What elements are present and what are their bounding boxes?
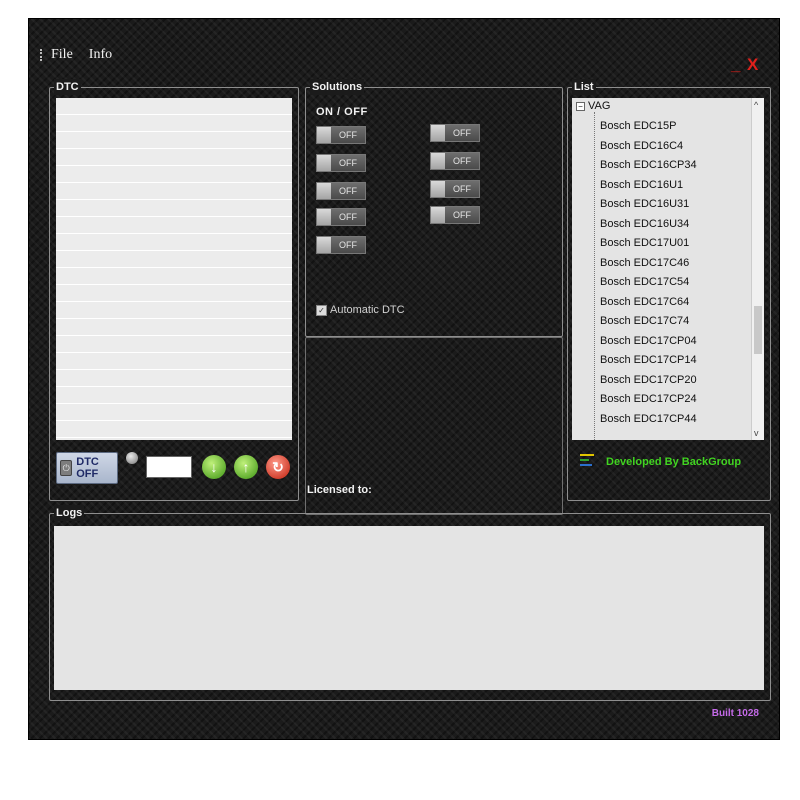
build-label: Built 1028 xyxy=(711,708,759,719)
tree-item[interactable]: Bosch EDC15P xyxy=(600,120,697,140)
list-bars-icon xyxy=(580,454,594,470)
solutions-group-title: Solutions xyxy=(310,79,365,95)
dtc-group-title: DTC xyxy=(54,79,81,95)
dtc-group: DTC ⏻ DTC OFF ↓ ↑ ↻ xyxy=(49,79,299,501)
tree-item[interactable]: Bosch EDC17CP04 xyxy=(600,335,697,355)
tree-item[interactable]: Bosch EDC17U01 xyxy=(600,237,697,257)
menu-bar: File Info xyxy=(51,47,112,67)
on-off-header: ON / OFF xyxy=(316,106,368,118)
scroll-thumb[interactable] xyxy=(754,306,762,354)
solution-toggle-9[interactable]: OFF xyxy=(430,206,480,224)
upload-button[interactable]: ↑ xyxy=(234,455,258,479)
toggle-text: OFF xyxy=(339,130,357,140)
download-button[interactable]: ↓ xyxy=(202,455,226,479)
tree-item[interactable]: Bosch EDC17CP20 xyxy=(600,374,697,394)
solutions-group: Solutions ON / OFF OFF OFF OFF OFF OFF O… xyxy=(305,79,563,337)
solution-toggle-2[interactable]: OFF xyxy=(316,154,366,172)
toggle-text: OFF xyxy=(339,212,357,222)
logs-group: Logs xyxy=(49,505,771,701)
toggle-text: OFF xyxy=(453,128,471,138)
logs-group-title: Logs xyxy=(54,505,85,521)
logs-textarea[interactable] xyxy=(54,526,764,690)
menu-grip xyxy=(40,49,44,61)
list-footer: Developed By BackGroup xyxy=(576,450,768,474)
minimize-button[interactable]: _ xyxy=(731,55,740,75)
toggle-knob xyxy=(431,207,445,223)
ecu-tree[interactable]: − VAG Bosch EDC15P Bosch EDC16C4 Bosch EDC… xyxy=(572,98,764,440)
solution-toggle-5[interactable]: OFF xyxy=(316,236,366,254)
toggle-knob xyxy=(431,153,445,169)
tree-scrollbar[interactable]: ^ v xyxy=(751,98,764,440)
solution-toggle-4[interactable]: OFF xyxy=(316,208,366,226)
tree-item[interactable]: Bosch EDC17C74 xyxy=(600,315,697,335)
tree-connector-line xyxy=(594,112,596,440)
list-group: List − VAG Bosch EDC15P Bosch EDC16C4 Bosc… xyxy=(567,79,771,501)
licensed-to-label: Licensed to: xyxy=(307,484,372,496)
toggle-text: OFF xyxy=(339,240,357,250)
tree-item[interactable]: Bosch EDC17CP24 xyxy=(600,393,697,413)
menu-file[interactable]: File xyxy=(51,47,73,67)
toggle-knob xyxy=(431,181,445,197)
automatic-dtc-checkbox[interactable]: ✓ Automatic DTC xyxy=(316,304,405,316)
tree-items: Bosch EDC15P Bosch EDC16C4 Bosch EDC16CP34… xyxy=(600,120,697,432)
automatic-dtc-label: Automatic DTC xyxy=(330,304,405,316)
toggle-text: OFF xyxy=(339,186,357,196)
tree-item[interactable]: Bosch EDC17C46 xyxy=(600,257,697,277)
tree-item[interactable]: Bosch EDC16U34 xyxy=(600,218,697,238)
toggle-knob xyxy=(317,209,331,225)
tree-root-vag[interactable]: − VAG xyxy=(576,100,610,112)
tree-item[interactable]: Bosch EDC16U31 xyxy=(600,198,697,218)
tree-item[interactable]: Bosch EDC16CP34 xyxy=(600,159,697,179)
developed-by-label: Developed By BackGroup xyxy=(606,456,742,468)
dtc-off-label: DTC OFF xyxy=(76,456,99,480)
tree-item[interactable]: Bosch EDC17CP14 xyxy=(600,354,697,374)
tree-item[interactable]: Bosch EDC17C54 xyxy=(600,276,697,296)
close-button[interactable]: X xyxy=(747,55,758,75)
dtc-toolbar: ⏻ DTC OFF ↓ ↑ ↻ xyxy=(56,450,292,486)
search-icon xyxy=(126,452,138,464)
tree-item[interactable]: Bosch EDC17CP44 xyxy=(600,413,697,433)
checkbox-check-icon: ✓ xyxy=(316,304,327,316)
solution-toggle-7[interactable]: OFF xyxy=(430,152,480,170)
tree-item[interactable]: Bosch EDC17C64 xyxy=(600,296,697,316)
search-input[interactable] xyxy=(146,456,192,478)
toggle-knob xyxy=(317,183,331,199)
toggle-text: OFF xyxy=(453,156,471,166)
toggle-text: OFF xyxy=(453,184,471,194)
toggle-knob xyxy=(317,155,331,171)
list-group-title: List xyxy=(572,79,596,95)
tree-root-label: VAG xyxy=(588,100,611,112)
dtc-table[interactable] xyxy=(56,98,292,440)
toggle-knob xyxy=(317,237,331,253)
scroll-up-icon[interactable]: ^ xyxy=(754,100,758,110)
menu-info[interactable]: Info xyxy=(89,47,112,67)
toggle-text: OFF xyxy=(453,210,471,220)
toggle-knob xyxy=(317,127,331,143)
toggle-text: OFF xyxy=(339,158,357,168)
collapse-icon[interactable]: − xyxy=(576,101,585,111)
solution-toggle-6[interactable]: OFF xyxy=(430,124,480,142)
dtc-off-button[interactable]: ⏻ DTC OFF xyxy=(56,452,118,484)
solution-toggle-1[interactable]: OFF xyxy=(316,126,366,144)
solution-toggle-3[interactable]: OFF xyxy=(316,182,366,200)
solution-toggle-8[interactable]: OFF xyxy=(430,180,480,198)
refresh-button[interactable]: ↻ xyxy=(266,455,290,479)
scroll-down-icon[interactable]: v xyxy=(754,428,759,438)
app-window: File Info _ X DTC ⏻ DTC OFF ↓ ↑ ↻ Soluti… xyxy=(28,18,780,740)
toggle-knob xyxy=(431,125,445,141)
power-icon: ⏻ xyxy=(60,460,73,476)
tree-item[interactable]: Bosch EDC16C4 xyxy=(600,140,697,160)
tree-item[interactable]: Bosch EDC16U1 xyxy=(600,179,697,199)
